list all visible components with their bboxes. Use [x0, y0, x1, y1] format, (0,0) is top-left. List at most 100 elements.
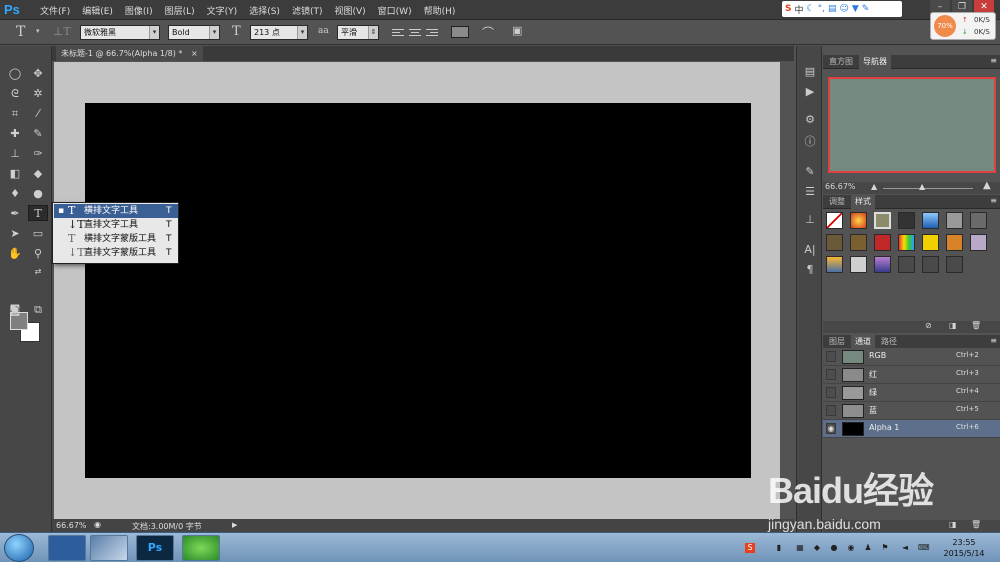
wrench-icon[interactable]: ✎ [862, 4, 870, 14]
healing-brush-icon[interactable]: ✚ [5, 126, 25, 142]
style-swatch[interactable] [922, 212, 939, 229]
tab-paths[interactable]: 路径 [877, 335, 901, 349]
status-menu-arrow-icon[interactable]: ▶ [232, 521, 237, 529]
menu-image[interactable]: 图像(I) [119, 4, 159, 17]
panel-menu-icon[interactable]: ≡ [990, 196, 997, 205]
task-app-explorer-icon[interactable] [48, 535, 86, 561]
adjustments-slider-icon[interactable]: ☰ [802, 184, 818, 200]
tab-histogram[interactable]: 直方图 [825, 55, 857, 69]
tab-styles[interactable]: 样式 [851, 195, 875, 209]
crop-icon[interactable]: ⌗ [5, 106, 25, 122]
type-tool-preset-icon[interactable]: T [16, 24, 25, 40]
navigator-zoom-value[interactable]: 66.67% [825, 182, 856, 191]
dodge-icon[interactable]: ● [28, 186, 48, 202]
document-tab[interactable]: 未标题-1 @ 66.7%(Alpha 1/8) * × [56, 46, 203, 61]
clone-stamp-icon[interactable]: ⊥ [5, 146, 25, 162]
swap-colors-icon[interactable]: ⇄ [28, 264, 48, 280]
menu-filter[interactable]: 滤镜(T) [286, 4, 329, 17]
flag-tray-icon[interactable]: ⚑ [880, 543, 890, 553]
flyout-item-vertical-type[interactable]: ↓T 直排文字工具 T [54, 218, 178, 232]
close-tab-icon[interactable]: × [191, 49, 198, 58]
moon-icon[interactable]: ☾ [807, 4, 815, 14]
visibility-toggle[interactable] [826, 351, 836, 362]
navigator-preview[interactable] [828, 77, 996, 173]
blur-icon[interactable]: ♦ [5, 186, 25, 202]
menu-select[interactable]: 选择(S) [243, 4, 286, 17]
sogou-tray-icon[interactable]: S [745, 543, 755, 553]
zoom-level[interactable]: 66.67% [56, 521, 87, 530]
zoom-icon[interactable]: ⚲ [28, 246, 48, 262]
style-swatch[interactable] [898, 212, 915, 229]
zoom-out-icon[interactable]: ▲ [871, 182, 877, 191]
brush-icon[interactable]: ✎ [28, 126, 48, 142]
move-tool-icon[interactable]: ✥ [28, 66, 48, 82]
proof-icon[interactable]: ◉ [94, 520, 101, 529]
align-right-icon[interactable] [426, 27, 438, 38]
zoom-slider-track[interactable] [883, 188, 973, 189]
text-color-swatch[interactable] [451, 26, 469, 38]
paint-bucket-icon[interactable]: ◆ [28, 166, 48, 182]
ime-mode-label[interactable]: 中 [794, 3, 803, 16]
font-size-select[interactable]: 213 点 ▾ [250, 25, 308, 40]
menu-edit[interactable]: 编辑(E) [76, 4, 119, 17]
tab-channels[interactable]: 通道 [851, 335, 875, 349]
battery-tray-icon[interactable]: ▮ [774, 543, 784, 553]
style-swatch[interactable] [850, 234, 867, 251]
document-canvas[interactable] [85, 103, 751, 478]
screen-mode-icon[interactable]: ⧉ [28, 302, 48, 318]
type-tool-icon[interactable]: T [28, 205, 48, 221]
tab-layers[interactable]: 图层 [825, 335, 849, 349]
tab-adjustments[interactable]: 调整 [825, 195, 849, 209]
task-app-window-icon[interactable] [90, 535, 128, 561]
visibility-toggle[interactable] [826, 369, 836, 380]
zoom-in-icon[interactable]: ▲ [983, 180, 991, 191]
eyedropper-icon[interactable]: ⁄ [28, 106, 48, 122]
pen-icon[interactable]: ✒ [5, 206, 25, 222]
channel-row-alpha[interactable]: ◉ Alpha 1 Ctrl+6 [823, 420, 1000, 438]
qq-tray-icon[interactable]: ♟ [863, 543, 873, 553]
menu-help[interactable]: 帮助(H) [418, 4, 462, 17]
task-app-browser-icon[interactable] [182, 535, 220, 561]
style-swatch[interactable] [970, 212, 987, 229]
style-swatch[interactable] [970, 234, 987, 251]
clone-source-icon[interactable]: ⊥ [802, 212, 818, 228]
new-style-icon[interactable]: ◨ [949, 321, 957, 330]
magic-wand-icon[interactable]: ✲ [28, 86, 48, 102]
keyboard-icon[interactable]: ▤ [828, 4, 837, 14]
style-swatch[interactable] [874, 234, 891, 251]
clear-style-icon[interactable]: ⊘ [925, 321, 932, 330]
punctuation-icon[interactable]: °, [818, 4, 825, 14]
panel-menu-icon[interactable]: ≡ [990, 56, 997, 65]
quick-mask-icon[interactable]: ◙ [5, 302, 25, 318]
volume-tray-icon[interactable]: ◄ [900, 543, 910, 553]
visibility-toggle[interactable] [826, 405, 836, 416]
rectangle-shape-icon[interactable]: ▭ [28, 226, 48, 242]
orientation-toggle-icon[interactable]: ⊥T [53, 25, 71, 38]
align-center-icon[interactable] [409, 27, 421, 38]
menu-view[interactable]: 视图(V) [328, 4, 371, 17]
flyout-item-horizontal-type-mask[interactable]: T 横排文字蒙版工具 T [54, 232, 178, 246]
user-icon[interactable]: ☺ [839, 4, 848, 14]
windows-start-icon[interactable] [4, 534, 34, 562]
warp-text-icon[interactable]: ⌒ [482, 24, 494, 41]
style-swatch[interactable] [826, 256, 843, 273]
channel-row-rgb[interactable]: RGB Ctrl+2 [823, 348, 1000, 366]
style-swatch[interactable] [850, 256, 867, 273]
character-panel-icon[interactable]: ▣ [512, 24, 522, 37]
task-app-photoshop-icon[interactable]: Ps [136, 535, 174, 561]
align-left-icon[interactable] [392, 27, 404, 38]
input-tray-icon[interactable]: ⌨ [918, 543, 930, 553]
antialias-select[interactable]: 平滑 ⇕ [337, 25, 379, 40]
actions-panel-icon[interactable]: ▶ [802, 84, 818, 100]
network-tray-icon[interactable]: ▦ [795, 543, 805, 553]
delete-style-icon[interactable]: 🗑 [971, 321, 981, 330]
shield-tray-icon[interactable]: ● [829, 543, 839, 553]
style-none-swatch[interactable] [826, 212, 843, 229]
style-swatch[interactable] [946, 256, 963, 273]
path-selection-icon[interactable]: ➤ [5, 226, 25, 242]
ime-toolbar[interactable]: S 中 ☾ °, ▤ ☺ ▼ ✎ [782, 1, 902, 17]
menu-type[interactable]: 文字(Y) [201, 4, 244, 17]
channel-row-green[interactable]: 绿 Ctrl+4 [823, 384, 1000, 402]
brush-panel-icon[interactable]: ✎ [802, 164, 818, 180]
paragraph-panel-icon[interactable]: ¶ [802, 262, 818, 278]
